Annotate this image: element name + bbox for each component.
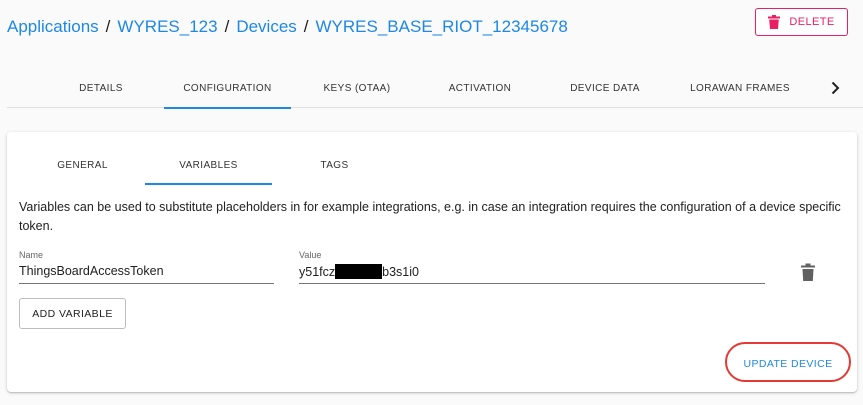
tab-lorawan-frames[interactable]: LORAWAN FRAMES — [677, 70, 803, 108]
tab-details[interactable]: DETAILS — [60, 70, 142, 108]
breadcrumb-separator: / — [224, 17, 230, 36]
redaction-bar — [335, 264, 383, 279]
chevron-right-icon[interactable] — [825, 78, 845, 98]
variables-card: GENERAL VARIABLES TAGS Variables can be … — [7, 132, 857, 392]
variable-name-input[interactable]: ThingsBoardAccessToken — [19, 264, 164, 278]
update-device-button[interactable]: UPDATE DEVICE — [733, 350, 843, 378]
tab-activation[interactable]: ACTIVATION — [429, 70, 531, 108]
trash-icon — [768, 15, 781, 29]
delete-button-label: DELETE — [789, 16, 835, 28]
variable-value-suffix: b3s1i0 — [382, 265, 419, 279]
variable-value-input[interactable]: y51fcz b3s1i0 — [299, 264, 419, 279]
variable-value-label: Value — [299, 250, 322, 260]
tab-keys-otaa[interactable]: KEYS (OTAA) — [307, 70, 407, 108]
tab-configuration[interactable]: CONFIGURATION — [164, 70, 291, 109]
tab-device-data[interactable]: DEVICE DATA — [555, 70, 655, 108]
configuration-tabs: GENERAL VARIABLES TAGS — [7, 147, 857, 185]
tab-tags[interactable]: TAGS — [271, 147, 398, 185]
trash-icon[interactable] — [800, 263, 816, 281]
variable-name-label: Name — [19, 250, 44, 260]
add-variable-button[interactable]: ADD VARIABLE — [19, 298, 126, 329]
variable-value-field[interactable]: Value y51fcz b3s1i0 — [299, 250, 765, 284]
variables-description: Variables can be used to substitute plac… — [19, 200, 841, 233]
device-tabs: DETAILS CONFIGURATION KEYS (OTAA) ACTIVA… — [7, 70, 863, 109]
variable-name-field[interactable]: Name ThingsBoardAccessToken — [19, 250, 274, 284]
breadcrumb-applications[interactable]: Applications — [7, 17, 99, 37]
breadcrumb: Applications / WYRES_123 / Devices / WYR… — [7, 16, 568, 38]
breadcrumb-devices[interactable]: Devices — [236, 17, 296, 37]
breadcrumb-separator: / — [303, 17, 309, 36]
breadcrumb-device[interactable]: WYRES_BASE_RIOT_12345678 — [316, 17, 568, 37]
tab-variables[interactable]: VARIABLES — [145, 147, 272, 185]
delete-button[interactable]: DELETE — [755, 8, 848, 36]
variable-value-prefix: y51fcz — [299, 265, 336, 279]
breadcrumb-application[interactable]: WYRES_123 — [117, 17, 217, 37]
tab-general[interactable]: GENERAL — [19, 147, 146, 185]
breadcrumb-separator: / — [105, 17, 111, 36]
